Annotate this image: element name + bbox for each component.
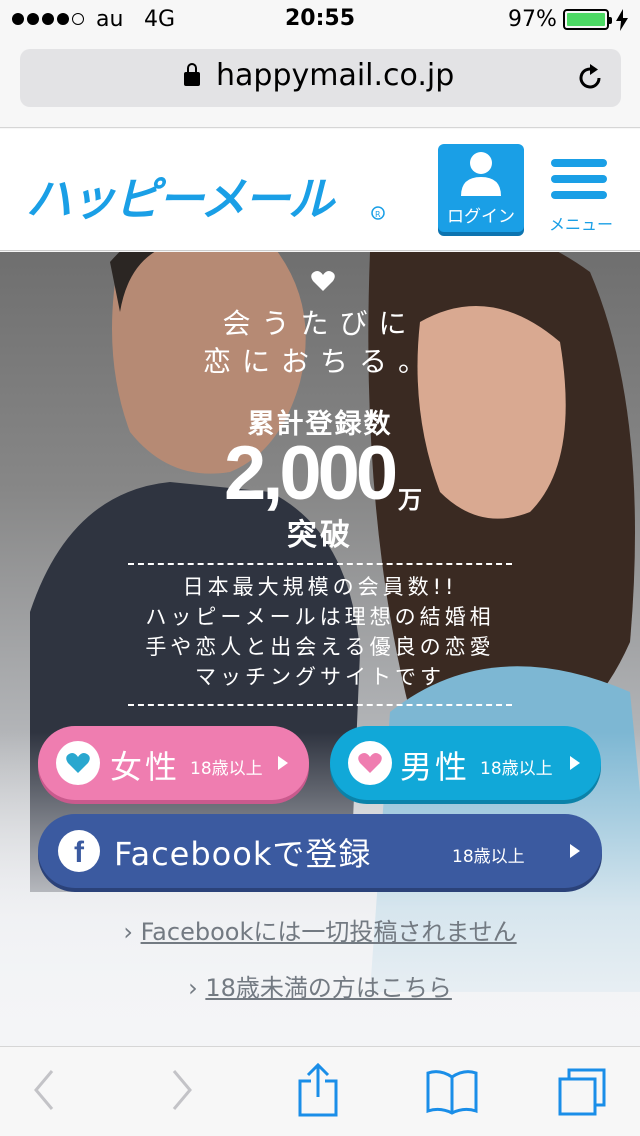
female-label: 女性 xyxy=(110,748,181,786)
site-header: ハッピーメール R ログイン メニュー xyxy=(0,129,640,251)
charging-icon xyxy=(616,9,628,31)
register-facebook-button[interactable]: f Facebookで登録 18歳以上 xyxy=(38,814,602,888)
facebook-label: Facebookで登録 xyxy=(114,835,372,873)
svg-text:R: R xyxy=(375,210,381,219)
login-button[interactable]: ログイン xyxy=(438,144,524,232)
hero-section: 会うたびに 恋におちる。 累計登録数 2,000 万 突破 日本最大規模の会員数… xyxy=(0,252,640,1046)
back-icon[interactable] xyxy=(32,1067,56,1113)
facebook-note-link[interactable]: › Facebookには一切投稿されません xyxy=(0,912,640,947)
heart-icon xyxy=(311,271,335,291)
user-icon xyxy=(461,152,501,196)
facebook-icon: f xyxy=(58,830,100,872)
facebook-age: 18歳以上 xyxy=(452,847,525,867)
registered-count: 2,000 xyxy=(224,431,398,516)
share-icon[interactable] xyxy=(297,1063,339,1119)
battery-percent: 97% xyxy=(508,7,557,32)
lock-icon xyxy=(184,63,200,86)
female-heart-icon xyxy=(56,741,100,785)
tabs-icon[interactable] xyxy=(557,1067,607,1117)
female-age: 18歳以上 xyxy=(190,759,263,779)
url-text[interactable]: happymail.co.jp xyxy=(216,58,454,93)
browser-address-area: happymail.co.jp xyxy=(0,40,640,128)
browser-toolbar xyxy=(0,1046,640,1136)
battery-icon xyxy=(563,9,612,30)
tagline-line-1: 会うたびに xyxy=(222,307,418,340)
login-label: ログイン xyxy=(447,207,515,227)
status-bar: au 4G 20:55 97% xyxy=(0,0,640,40)
registered-suffix: 突破 xyxy=(287,518,353,553)
facebook-arrow-icon xyxy=(570,844,580,858)
reload-icon[interactable] xyxy=(575,63,605,93)
divider-top xyxy=(128,563,512,565)
menu-label: メニュー xyxy=(548,215,613,234)
svg-text:ハッピーメール: ハッピーメール xyxy=(26,172,336,225)
female-arrow-icon xyxy=(278,756,288,770)
register-male-button[interactable]: 男性 18歳以上 xyxy=(330,726,601,800)
male-heart-icon xyxy=(348,741,392,785)
tagline-line-2: 恋におちる。 xyxy=(202,345,437,378)
male-arrow-icon xyxy=(570,756,580,770)
register-female-button[interactable]: 女性 18歳以上 xyxy=(38,726,309,800)
description: 日本最大規模の会員数!! ハッピーメールは理想の結婚相 手や恋人と出会える優良の… xyxy=(145,575,495,689)
happymail-logo[interactable]: ハッピーメール R xyxy=(26,169,396,225)
menu-button[interactable]: メニュー xyxy=(546,149,616,239)
divider-bottom xyxy=(128,704,512,706)
under18-link[interactable]: › 18歳未満の方はこちら xyxy=(0,968,640,1003)
hamburger-icon xyxy=(551,159,607,167)
male-age: 18歳以上 xyxy=(480,759,553,779)
bookmarks-icon[interactable] xyxy=(425,1069,479,1115)
forward-icon[interactable] xyxy=(170,1067,194,1113)
male-label: 男性 xyxy=(400,748,471,786)
address-bar[interactable]: happymail.co.jp xyxy=(20,49,621,107)
